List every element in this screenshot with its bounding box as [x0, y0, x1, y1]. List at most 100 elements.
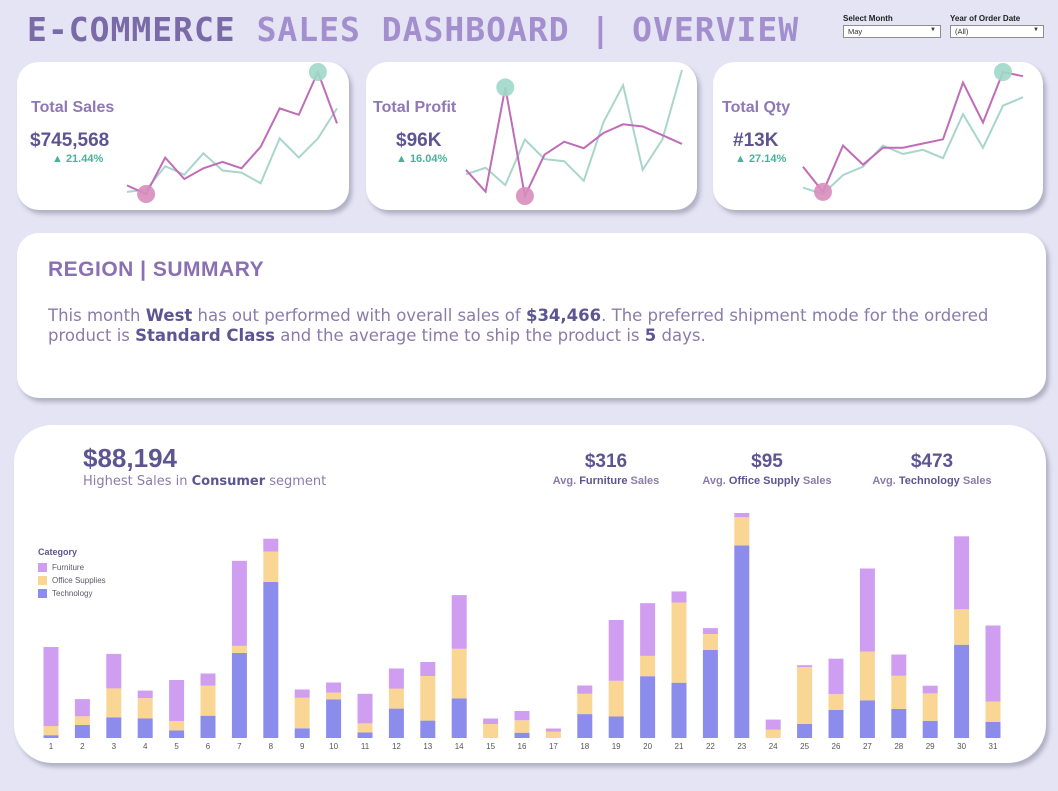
- bar-segment-furniture[interactable]: [326, 682, 342, 693]
- bar-segment-office-supplies[interactable]: [985, 701, 1001, 722]
- bar-segment-office-supplies[interactable]: [357, 723, 373, 733]
- bar-segment-office-supplies[interactable]: [545, 731, 561, 738]
- bar-segment-furniture[interactable]: [388, 668, 404, 689]
- bar-segment-furniture[interactable]: [74, 699, 90, 717]
- bar-segment-technology[interactable]: [828, 710, 844, 738]
- bar-segment-technology[interactable]: [294, 728, 310, 738]
- qty-sparkline: [802, 63, 1024, 201]
- bar-segment-technology[interactable]: [169, 730, 185, 739]
- bar-segment-technology[interactable]: [734, 545, 750, 738]
- bar-segment-office-supplies[interactable]: [263, 551, 279, 582]
- month-select[interactable]: May ▼: [843, 25, 941, 38]
- bar-segment-office-supplies[interactable]: [577, 693, 593, 715]
- bar-segment-office-supplies[interactable]: [640, 655, 656, 677]
- bar-segment-office-supplies[interactable]: [43, 726, 59, 736]
- bar-segment-office-supplies[interactable]: [859, 651, 875, 701]
- bar-segment-office-supplies[interactable]: [671, 602, 687, 683]
- bar-segment-office-supplies[interactable]: [169, 721, 185, 731]
- bar-segment-technology[interactable]: [231, 652, 247, 738]
- bar-segment-furniture[interactable]: [420, 662, 436, 676]
- bar-segment-furniture[interactable]: [702, 628, 718, 634]
- bar-segment-furniture[interactable]: [451, 595, 467, 649]
- bar-segment-office-supplies[interactable]: [326, 692, 342, 700]
- bar-segment-furniture[interactable]: [357, 693, 373, 724]
- bar-segment-technology[interactable]: [451, 698, 467, 739]
- bar-segment-technology[interactable]: [74, 725, 90, 738]
- bar-segment-technology[interactable]: [263, 581, 279, 738]
- bar-segment-furniture[interactable]: [765, 719, 781, 730]
- bar-segment-furniture[interactable]: [200, 673, 216, 686]
- bar-segment-furniture[interactable]: [922, 685, 938, 694]
- bar-segment-office-supplies[interactable]: [451, 648, 467, 699]
- bar-segment-furniture[interactable]: [263, 538, 279, 552]
- bar-segment-office-supplies[interactable]: [106, 688, 122, 718]
- bar-segment-office-supplies[interactable]: [294, 697, 310, 729]
- bar-segment-furniture[interactable]: [671, 591, 687, 603]
- bar-segment-technology[interactable]: [702, 649, 718, 738]
- bar-segment-technology[interactable]: [43, 735, 59, 738]
- bar-segment-technology[interactable]: [985, 721, 1001, 738]
- bar-segment-furniture[interactable]: [891, 654, 907, 676]
- bar-segment-technology[interactable]: [577, 714, 593, 738]
- bar-segment-furniture[interactable]: [640, 603, 656, 656]
- bar-segment-technology[interactable]: [922, 720, 938, 738]
- bar-segment-furniture[interactable]: [137, 690, 153, 699]
- bar-segment-furniture[interactable]: [859, 568, 875, 652]
- bar-segment-technology[interactable]: [891, 709, 907, 738]
- bar-segment-office-supplies[interactable]: [514, 720, 530, 733]
- bar-segment-technology[interactable]: [326, 699, 342, 739]
- bar-segment-technology[interactable]: [200, 715, 216, 738]
- bar-segment-furniture[interactable]: [169, 680, 185, 721]
- bar-segment-office-supplies[interactable]: [388, 688, 404, 709]
- bar-segment-technology[interactable]: [671, 682, 687, 738]
- bar-segment-technology[interactable]: [797, 723, 813, 738]
- x-tick-label: 19: [612, 742, 621, 751]
- bar-segment-furniture[interactable]: [43, 647, 59, 727]
- bar-segment-technology[interactable]: [608, 716, 624, 739]
- bar-segment-furniture[interactable]: [985, 625, 1001, 702]
- bar-segment-furniture[interactable]: [106, 653, 122, 689]
- bar-segment-office-supplies[interactable]: [765, 729, 781, 738]
- bar-segment-office-supplies[interactable]: [200, 685, 216, 716]
- bar-segment-office-supplies[interactable]: [797, 667, 813, 724]
- bar-segment-office-supplies[interactable]: [702, 634, 718, 650]
- bar-segment-furniture[interactable]: [545, 728, 561, 732]
- bar-segment-technology[interactable]: [420, 720, 436, 738]
- bar-segment-office-supplies[interactable]: [483, 724, 499, 738]
- bar-segment-furniture[interactable]: [577, 685, 593, 694]
- bar-segment-furniture[interactable]: [797, 665, 813, 667]
- bar-segment-furniture[interactable]: [828, 658, 844, 695]
- year-select[interactable]: (All) ▼: [950, 25, 1044, 38]
- x-tick-label: 12: [392, 742, 401, 751]
- x-tick-label: 30: [957, 742, 966, 751]
- bar-segment-technology[interactable]: [514, 732, 530, 738]
- bar-segment-office-supplies[interactable]: [734, 517, 750, 546]
- bar-segment-office-supplies[interactable]: [231, 646, 247, 653]
- bar-segment-technology[interactable]: [137, 718, 153, 738]
- region-title: REGION | SUMMARY: [48, 258, 265, 281]
- bar-segment-technology[interactable]: [954, 644, 970, 738]
- bar-segment-office-supplies[interactable]: [954, 609, 970, 645]
- bar-segment-furniture[interactable]: [231, 560, 247, 646]
- bar-segment-technology[interactable]: [106, 717, 122, 738]
- bar-segment-office-supplies[interactable]: [137, 698, 153, 719]
- bar-segment-office-supplies[interactable]: [608, 680, 624, 717]
- bar-segment-technology[interactable]: [388, 708, 404, 738]
- bar-segment-office-supplies[interactable]: [828, 694, 844, 710]
- bar-segment-technology[interactable]: [357, 732, 373, 739]
- bar-segment-furniture[interactable]: [483, 718, 499, 725]
- bar-segment-office-supplies[interactable]: [891, 675, 907, 709]
- bar-segment-furniture[interactable]: [294, 689, 310, 698]
- bar-segment-furniture[interactable]: [514, 711, 530, 721]
- bar-segment-furniture[interactable]: [734, 513, 750, 518]
- x-tick-label: 9: [300, 742, 305, 751]
- bar-segment-office-supplies[interactable]: [74, 716, 90, 725]
- bar-segment-furniture[interactable]: [954, 536, 970, 610]
- x-tick-label: 20: [643, 742, 652, 751]
- max-point-marker: [308, 63, 327, 81]
- bar-segment-furniture[interactable]: [608, 620, 624, 681]
- bar-segment-office-supplies[interactable]: [420, 676, 436, 721]
- bar-segment-technology[interactable]: [640, 676, 656, 738]
- bar-segment-technology[interactable]: [859, 700, 875, 738]
- bar-segment-office-supplies[interactable]: [922, 693, 938, 721]
